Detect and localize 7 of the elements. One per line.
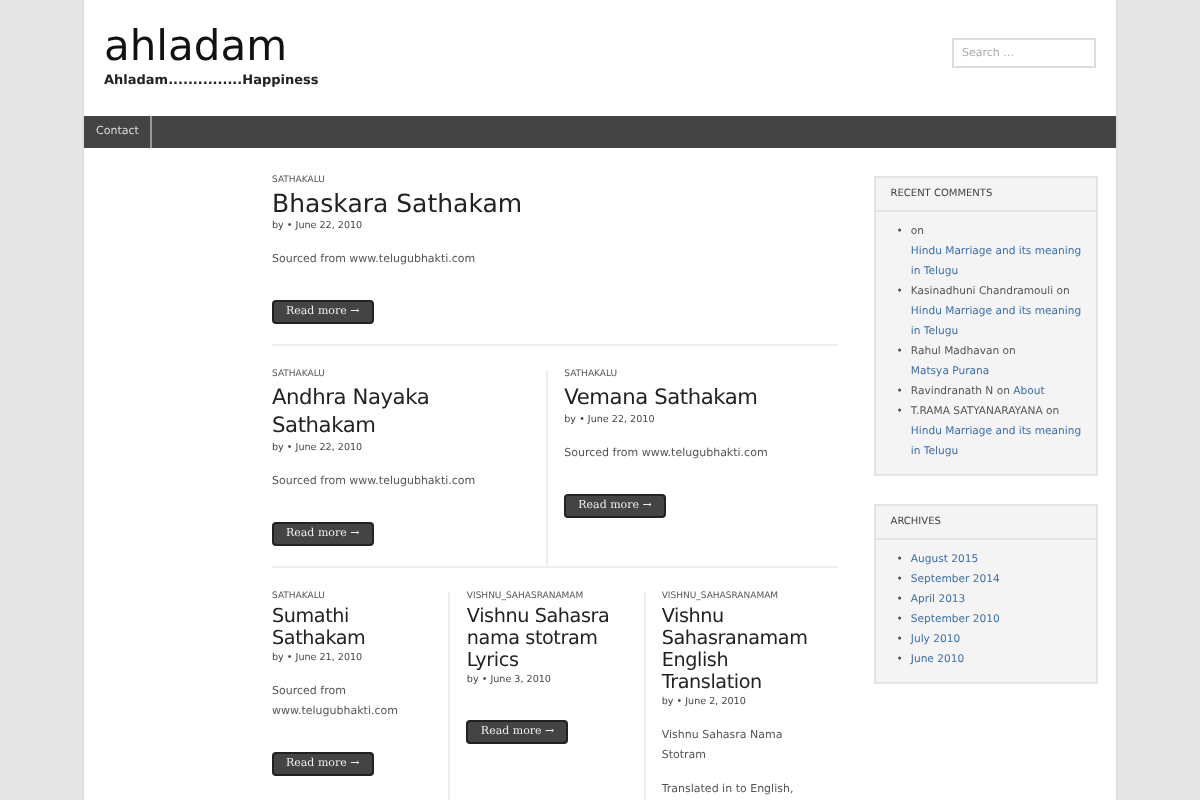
post-title[interactable]: Sumathi Sathakam <box>272 606 433 650</box>
post-title[interactable]: Vishnu Sahasra nama stotram Lyrics <box>466 606 628 672</box>
post-title[interactable]: Vishnu Sahasranamam English Translation <box>661 606 823 694</box>
post-title[interactable]: Bhaskara Sathakam <box>272 190 823 218</box>
site-title[interactable]: ahladam <box>104 24 319 68</box>
post-title[interactable]: Vemana Sathakam <box>564 384 823 412</box>
post-title[interactable]: Andhra Nayaka Sathakam <box>272 384 531 440</box>
